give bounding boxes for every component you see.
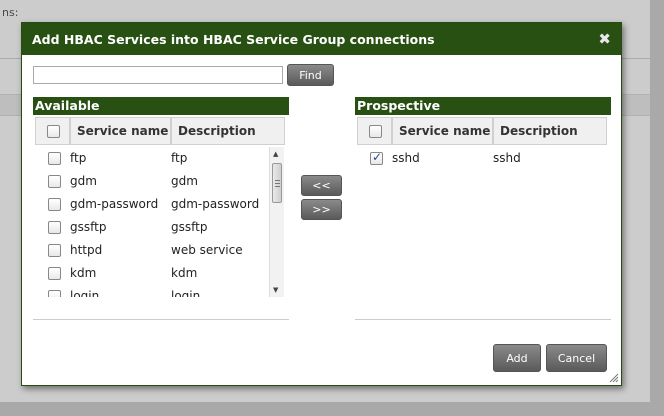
available-list: ftp ftp gdm gdm gdm-password gdm-passwor… <box>33 147 269 297</box>
service-name: login <box>70 289 100 297</box>
resize-grip-icon[interactable] <box>609 373 619 383</box>
service-name: gdm-password <box>70 197 159 211</box>
available-select-all-checkbox[interactable] <box>47 125 60 138</box>
row-checkbox[interactable] <box>48 198 61 211</box>
thumb-grip-line <box>275 180 280 181</box>
thumb-grip-line <box>275 183 280 184</box>
row-checkbox[interactable] <box>48 267 61 280</box>
row-checkbox[interactable] <box>48 244 61 257</box>
service-name: httpd <box>70 243 103 257</box>
service-name: ftp <box>70 151 87 165</box>
service-name: sshd <box>392 151 420 165</box>
row-checkbox[interactable] <box>48 175 61 188</box>
service-description: gdm <box>171 174 198 188</box>
available-panel-divider <box>33 319 289 320</box>
row-checkbox[interactable] <box>48 152 61 165</box>
list-item[interactable]: gdm gdm <box>33 170 269 193</box>
add-services-dialog: Add HBAC Services into HBAC Service Grou… <box>21 22 622 386</box>
service-description: login <box>171 289 201 297</box>
cancel-button[interactable]: Cancel <box>546 344 607 372</box>
list-item[interactable]: gdm-password gdm-password <box>33 193 269 216</box>
dialog-title: Add HBAC Services into HBAC Service Grou… <box>32 31 435 47</box>
service-description: gdm-password <box>171 197 260 211</box>
service-description: kdm <box>171 266 198 280</box>
service-name: kdm <box>70 266 97 280</box>
list-item[interactable]: ftp ftp <box>33 147 269 170</box>
thumb-grip-line <box>275 186 280 187</box>
service-name: gssftp <box>70 220 107 234</box>
service-description: sshd <box>493 151 521 165</box>
prospective-header: Prospective <box>355 97 611 115</box>
dialog-titlebar[interactable]: Add HBAC Services into HBAC Service Grou… <box>22 23 621 55</box>
prospective-select-all-cell <box>357 117 392 145</box>
scroll-up-arrow-icon[interactable]: ▲ <box>273 150 278 158</box>
list-item[interactable]: gssftp gssftp <box>33 216 269 239</box>
prospective-select-all-checkbox[interactable] <box>369 125 382 138</box>
service-name: gdm <box>70 174 97 188</box>
row-checkbox[interactable] <box>48 290 61 297</box>
search-input[interactable] <box>33 66 283 84</box>
available-scrollbar[interactable]: ▲ ▼ <box>269 147 284 297</box>
prospective-list: sshd sshd <box>355 147 591 297</box>
list-item[interactable]: kdm kdm <box>33 262 269 285</box>
available-col-service-name[interactable]: Service name <box>70 117 171 145</box>
available-select-all-cell <box>35 117 70 145</box>
service-description: ftp <box>171 151 188 165</box>
move-left-button[interactable]: << <box>301 175 342 196</box>
add-button[interactable]: Add <box>493 344 541 372</box>
row-checkbox[interactable] <box>370 150 383 165</box>
list-item[interactable]: login login <box>33 285 269 297</box>
prospective-col-service-name[interactable]: Service name <box>392 117 493 145</box>
service-description: gssftp <box>171 220 208 234</box>
close-icon[interactable]: ✖ <box>598 30 611 48</box>
list-item[interactable]: httpd web service <box>33 239 269 262</box>
scrollbar-thumb[interactable] <box>272 163 282 203</box>
find-button[interactable]: Find <box>287 64 334 86</box>
available-header: Available <box>33 97 289 115</box>
prospective-panel: Service name Description sshd sshd <box>355 115 611 325</box>
list-item[interactable]: sshd sshd <box>355 147 591 170</box>
move-right-button[interactable]: >> <box>301 199 342 220</box>
available-panel: Service name Description ftp ftp gdm gdm… <box>33 115 289 325</box>
service-description: web service <box>171 243 243 257</box>
available-col-description[interactable]: Description <box>171 117 285 145</box>
scroll-down-arrow-icon[interactable]: ▼ <box>273 286 278 294</box>
row-checkbox[interactable] <box>48 221 61 234</box>
prospective-panel-divider <box>355 319 611 320</box>
prospective-col-description[interactable]: Description <box>493 117 607 145</box>
